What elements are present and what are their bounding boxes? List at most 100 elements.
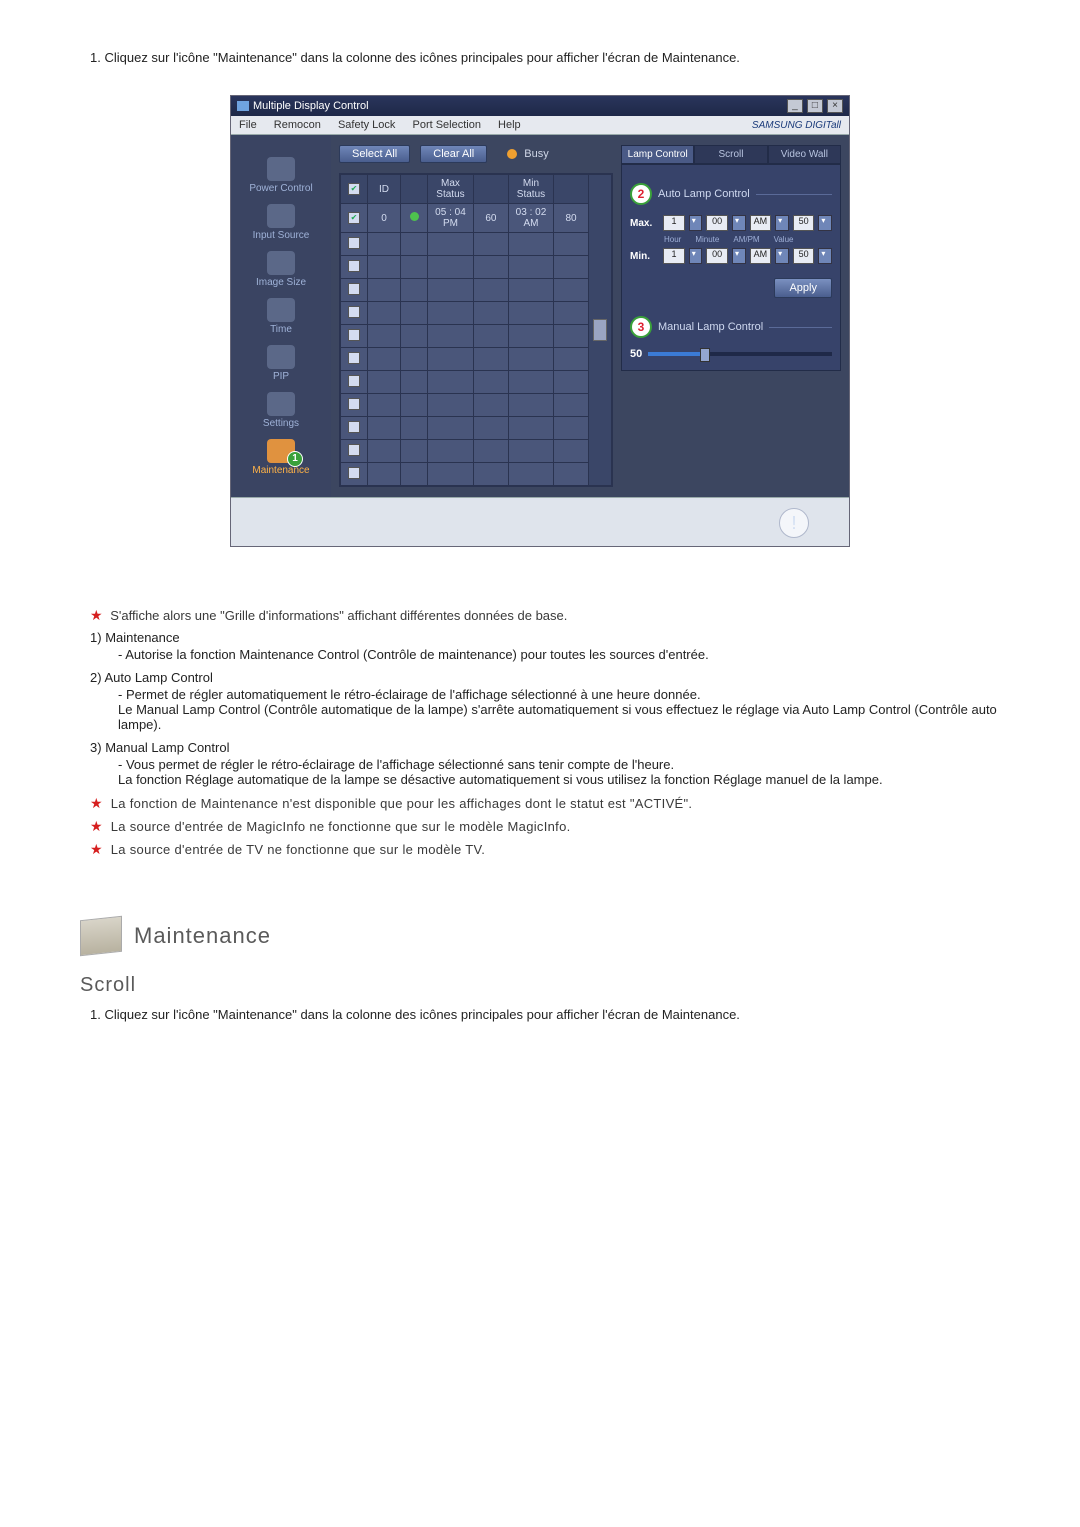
- item-body: - Autorise la fonction Maintenance Contr…: [118, 647, 1000, 662]
- star-text: La fonction de Maintenance n'est disponi…: [111, 796, 693, 811]
- table-row[interactable]: [341, 348, 612, 371]
- max-label: Max.: [630, 218, 659, 229]
- menu-file[interactable]: File: [239, 119, 257, 131]
- sidebar-item-label: Time: [231, 324, 331, 335]
- item-num: 3): [90, 740, 102, 755]
- table-row[interactable]: [341, 417, 612, 440]
- sub-ampm: AM/PM: [733, 235, 759, 244]
- sidebar-item-label: Input Source: [231, 230, 331, 241]
- sidebar-item-label: Power Control: [231, 183, 331, 194]
- cell-min-val: 80: [554, 204, 589, 233]
- menu-help[interactable]: Help: [498, 119, 521, 131]
- sidebar-item-label: Image Size: [231, 277, 331, 288]
- window-controls[interactable]: _ □ ×: [786, 99, 843, 113]
- manual-lamp-title: Manual Lamp Control: [658, 321, 763, 333]
- table-row[interactable]: [341, 394, 612, 417]
- settings-icon: [267, 392, 295, 416]
- sidebar-item-maintenance[interactable]: 1 Maintenance: [231, 437, 331, 478]
- busy-icon: [507, 149, 517, 159]
- slider-thumb-icon[interactable]: [700, 348, 710, 362]
- close-icon[interactable]: ×: [827, 99, 843, 113]
- table-row[interactable]: [341, 302, 612, 325]
- tab-video-wall[interactable]: Video Wall: [768, 145, 841, 164]
- item-title: Maintenance: [105, 630, 179, 645]
- sidebar-item-power[interactable]: Power Control: [231, 155, 331, 196]
- table-row[interactable]: [341, 371, 612, 394]
- max-minute-input[interactable]: 00: [706, 215, 728, 231]
- min-value-input[interactable]: 50: [793, 248, 815, 264]
- clear-all-button[interactable]: Clear All: [420, 145, 487, 163]
- divider: [769, 327, 832, 328]
- manual-lamp-slider-row: 50: [630, 348, 832, 360]
- menu-safetylock[interactable]: Safety Lock: [338, 119, 395, 131]
- item-title: Auto Lamp Control: [104, 670, 212, 685]
- menu-portselection[interactable]: Port Selection: [412, 119, 480, 131]
- maximize-icon[interactable]: □: [807, 99, 823, 113]
- cell-min-time: 03 : 02 AM: [508, 204, 553, 233]
- dropdown-icon[interactable]: [732, 248, 746, 264]
- col-check[interactable]: [341, 175, 368, 204]
- intro-text: Cliquez sur l'icône "Maintenance" dans l…: [104, 50, 739, 65]
- divider: [756, 194, 832, 195]
- sidebar-item-time[interactable]: Time: [231, 296, 331, 337]
- dropdown-icon[interactable]: [775, 215, 789, 231]
- callout-badge-3: 3: [630, 316, 652, 338]
- busy-label: Busy: [524, 148, 548, 160]
- item-body: - Vous permet de régler le rétro-éclaira…: [118, 757, 1000, 787]
- list-item: 2) Auto Lamp Control: [90, 670, 1000, 685]
- brand-label: SAMSUNG DIGITall: [752, 120, 841, 131]
- row-checkbox[interactable]: [348, 212, 360, 224]
- manual-lamp-slider[interactable]: [648, 352, 832, 356]
- titlebar: Multiple Display Control _ □ ×: [231, 96, 849, 116]
- select-all-button[interactable]: Select All: [339, 145, 410, 163]
- sidebar-item-imagesize[interactable]: Image Size: [231, 249, 331, 290]
- status-bar: !: [231, 497, 849, 546]
- star-text: La source d'entrée de TV ne fonctionne q…: [111, 842, 485, 857]
- table-row[interactable]: [341, 325, 612, 348]
- dropdown-icon[interactable]: [689, 248, 703, 264]
- tab-scroll[interactable]: Scroll: [694, 145, 767, 164]
- sidebar-item-pip[interactable]: PIP: [231, 343, 331, 384]
- dropdown-icon[interactable]: [732, 215, 746, 231]
- auto-lamp-min-row: Min. 1 00 AM 50: [630, 248, 832, 264]
- time-icon: [267, 298, 295, 322]
- table-row[interactable]: [341, 233, 612, 256]
- dropdown-icon[interactable]: [775, 248, 789, 264]
- dropdown-icon[interactable]: [689, 215, 703, 231]
- max-value-input[interactable]: 50: [793, 215, 815, 231]
- sidebar-item-settings[interactable]: Settings: [231, 390, 331, 431]
- table-row[interactable]: [341, 279, 612, 302]
- status-dot-icon: [410, 212, 419, 221]
- maintenance-icon: 1: [267, 439, 295, 463]
- table-row[interactable]: [341, 440, 612, 463]
- intro-num: 1.: [90, 1007, 101, 1022]
- star-text: S'affiche alors une "Grille d'informatio…: [110, 608, 567, 623]
- sidebar-item-input[interactable]: Input Source: [231, 202, 331, 243]
- min-minute-input[interactable]: 00: [706, 248, 728, 264]
- min-hour-input[interactable]: 1: [663, 248, 685, 264]
- list-item: 3) Manual Lamp Control: [90, 740, 1000, 755]
- star-icon: ★: [90, 795, 103, 811]
- tab-lamp-control[interactable]: Lamp Control: [621, 145, 694, 164]
- table-row[interactable]: [341, 463, 612, 486]
- max-ampm-input[interactable]: AM: [750, 215, 772, 231]
- menu-remocon[interactable]: Remocon: [274, 119, 321, 131]
- cell-max-val: 60: [473, 204, 508, 233]
- min-ampm-input[interactable]: AM: [750, 248, 772, 264]
- table-row[interactable]: 0 05 : 04 PM 60 03 : 02 AM 80: [341, 204, 612, 233]
- grid-scrollbar[interactable]: [589, 175, 612, 486]
- table-row[interactable]: [341, 256, 612, 279]
- section-heading: Maintenance: [80, 918, 1000, 954]
- app-window: Multiple Display Control _ □ × File Remo…: [230, 95, 850, 547]
- minimize-icon[interactable]: _: [787, 99, 803, 113]
- auto-lamp-max-row: Max. 1 00 AM 50: [630, 215, 832, 231]
- star-note: ★ La source d'entrée de MagicInfo ne fon…: [90, 818, 1000, 835]
- apply-button[interactable]: Apply: [774, 278, 832, 298]
- star-note: ★ La fonction de Maintenance n'est dispo…: [90, 795, 1000, 812]
- max-hour-input[interactable]: 1: [663, 215, 685, 231]
- callout-badge-2: 2: [630, 183, 652, 205]
- dropdown-icon[interactable]: [818, 215, 832, 231]
- sub-value: Value: [774, 235, 794, 244]
- dropdown-icon[interactable]: [818, 248, 832, 264]
- star-note: ★ S'affiche alors une "Grille d'informat…: [90, 607, 1000, 624]
